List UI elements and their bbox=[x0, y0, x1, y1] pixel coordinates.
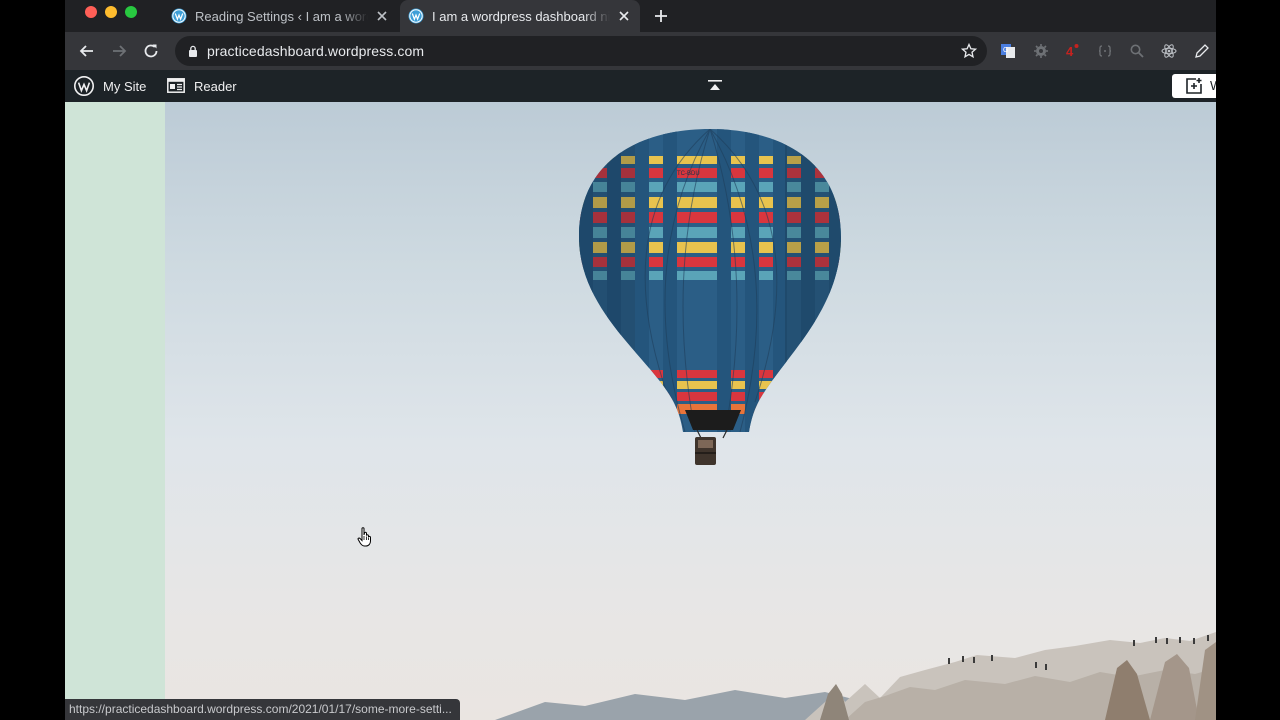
browser-toolbar: practicedashboard.wordpress.com G 4 bbox=[65, 32, 1216, 70]
tab-title: Reading Settings ‹ I am a word bbox=[195, 8, 368, 24]
wordpress-favicon-icon bbox=[408, 8, 424, 24]
lock-icon[interactable] bbox=[187, 45, 199, 57]
hot-air-balloon-scene: TC-BDU bbox=[495, 129, 1216, 720]
maximize-window-button[interactable] bbox=[125, 6, 137, 18]
new-post-icon bbox=[1186, 78, 1202, 94]
close-window-button[interactable] bbox=[85, 6, 97, 18]
hand-cursor-icon bbox=[357, 527, 371, 547]
minimize-window-button[interactable] bbox=[105, 6, 117, 18]
tab-reading-settings[interactable]: Reading Settings ‹ I am a word bbox=[163, 0, 398, 32]
write-button[interactable]: W bbox=[1172, 74, 1216, 98]
tab-dashboard[interactable]: I am a wordpress dashboard ni bbox=[400, 0, 640, 32]
magnifier-extension-icon[interactable] bbox=[1129, 43, 1145, 59]
new-tab-button[interactable] bbox=[651, 6, 671, 26]
svg-text:G: G bbox=[1003, 47, 1008, 54]
tab-strip: Reading Settings ‹ I am a word I am a wo… bbox=[65, 0, 1216, 32]
address-bar[interactable]: practicedashboard.wordpress.com bbox=[175, 36, 987, 66]
translate-icon[interactable]: G bbox=[1000, 43, 1016, 59]
close-tab-icon[interactable] bbox=[616, 8, 632, 24]
balloon-registration-label: TC-BDU bbox=[677, 171, 700, 177]
wordpress-favicon-icon bbox=[171, 8, 187, 24]
svg-text:4: 4 bbox=[1066, 44, 1074, 59]
gear-extension-icon[interactable] bbox=[1033, 43, 1049, 59]
forward-icon[interactable] bbox=[109, 41, 129, 61]
wp-admin-bar: My Site Reader W bbox=[65, 70, 1216, 102]
reader-link[interactable]: Reader bbox=[194, 79, 237, 94]
write-label: W bbox=[1210, 78, 1216, 93]
counter-extension-icon[interactable]: 4 bbox=[1064, 43, 1080, 59]
hero-image[interactable]: TC-BDU bbox=[165, 102, 1216, 720]
reader-icon[interactable] bbox=[167, 78, 185, 93]
sidebar-strip bbox=[65, 102, 165, 720]
my-site-link[interactable]: My Site bbox=[103, 79, 146, 94]
back-icon[interactable] bbox=[77, 41, 97, 61]
react-icon[interactable] bbox=[1161, 43, 1177, 59]
bookmark-star-icon[interactable] bbox=[961, 43, 977, 59]
pencil-extension-icon[interactable] bbox=[1194, 43, 1210, 59]
close-tab-icon[interactable] bbox=[374, 8, 390, 24]
tab-title: I am a wordpress dashboard ni bbox=[432, 8, 610, 24]
browser-window: Reading Settings ‹ I am a word I am a wo… bbox=[65, 0, 1216, 720]
page-content: TC-BDU bbox=[65, 102, 1216, 720]
collapse-up-icon[interactable] bbox=[708, 80, 722, 92]
url-text[interactable]: practicedashboard.wordpress.com bbox=[207, 43, 424, 59]
reload-icon[interactable] bbox=[141, 41, 161, 61]
brackets-extension-icon[interactable] bbox=[1097, 43, 1113, 59]
link-status-bubble: https://practicedashboard.wordpress.com/… bbox=[65, 699, 460, 720]
wordpress-logo-icon[interactable] bbox=[74, 76, 94, 96]
